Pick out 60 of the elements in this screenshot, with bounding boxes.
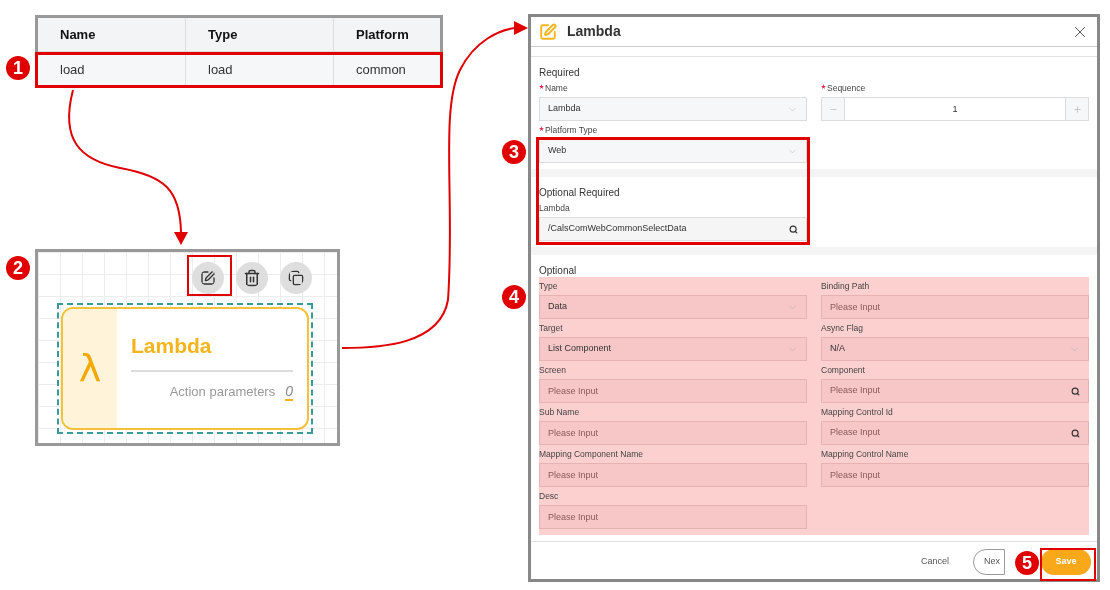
delete-icon[interactable] <box>236 262 268 294</box>
select-field[interactable]: Lambda <box>539 97 807 121</box>
highlight-box <box>1040 548 1096 581</box>
section-title: Optional Required <box>539 186 621 199</box>
step-marker: 4 <box>502 285 526 309</box>
section-title: Required <box>539 66 581 79</box>
column-header: Platform <box>355 25 410 44</box>
table-cell: load <box>186 55 334 85</box>
search-icon[interactable] <box>1071 386 1080 396</box>
table-row[interactable]: load load common <box>35 52 443 88</box>
field-label: Screen <box>539 363 566 377</box>
field-label: Target <box>539 321 563 335</box>
field-label: Mapping Control Id <box>821 405 893 419</box>
field-label: Lambda <box>539 201 570 215</box>
input-field[interactable]: Please Input <box>821 463 1089 487</box>
param-count: 0 <box>285 382 293 401</box>
input-field[interactable]: Please Input <box>821 295 1089 319</box>
field-label: Mapping Component Name <box>539 447 643 461</box>
step-marker: 2 <box>6 256 30 280</box>
column-header: Type <box>186 18 334 51</box>
search-icon[interactable] <box>789 224 798 234</box>
field-label: Type <box>539 279 558 293</box>
select-field[interactable]: Web <box>539 139 807 163</box>
step-marker: 1 <box>6 56 30 80</box>
input-field[interactable]: Please Input <box>539 463 807 487</box>
table-cell: load <box>38 55 186 85</box>
highlight-box <box>187 255 232 296</box>
search-field[interactable]: Please Input <box>821 421 1089 445</box>
select-field[interactable]: N/A <box>821 337 1089 361</box>
step-marker: 3 <box>502 140 526 164</box>
search-icon[interactable] <box>1071 428 1080 438</box>
search-field[interactable]: /CalsComWebCommonSelectData <box>539 217 807 241</box>
edit-icon[interactable] <box>192 262 224 294</box>
field-label: Binding Path <box>821 279 870 293</box>
field-label: Sub Name <box>539 405 580 419</box>
table-cell-text: common <box>355 61 407 80</box>
stepper-value: 1 <box>845 98 1065 120</box>
field-label: Name <box>545 81 568 95</box>
column-header: Name <box>38 18 186 51</box>
input-field[interactable]: Please Input <box>539 379 807 403</box>
cancel-button[interactable]: Cancel <box>907 554 963 569</box>
field-label: Component <box>821 363 865 377</box>
input-field[interactable]: Please Input <box>539 505 807 529</box>
search-field[interactable]: Please Input <box>821 379 1089 403</box>
input-field[interactable]: Please Input <box>539 421 807 445</box>
field-label: Sequence <box>827 81 866 95</box>
dialog-title: Lambda <box>567 22 621 41</box>
copy-icon[interactable] <box>280 262 312 294</box>
section-title: Optional <box>539 264 578 277</box>
lambda-node[interactable]: λ Lambda Action parameters 0 <box>57 303 313 434</box>
select-field[interactable]: List Component <box>539 337 807 361</box>
edit-icon <box>539 22 557 41</box>
node-symbol: λ <box>78 345 102 392</box>
field-label: Platform Type <box>545 123 598 137</box>
node-title: Lambda <box>131 335 213 356</box>
field-label: Async Flag <box>821 321 864 335</box>
select-field[interactable]: Data <box>539 295 807 319</box>
field-label: Mapping Control Name <box>821 447 909 461</box>
field-label: Desc <box>539 489 559 503</box>
param-label: Action parameters <box>169 383 276 401</box>
